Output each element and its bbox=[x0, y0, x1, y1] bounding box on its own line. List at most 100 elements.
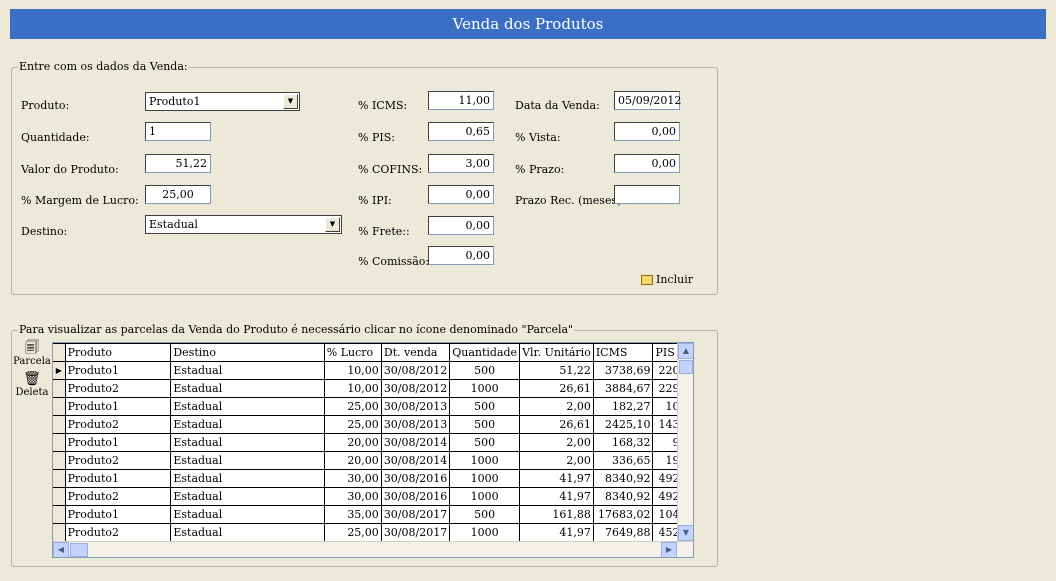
table-cell[interactable]: 30/08/2013 bbox=[380, 397, 451, 416]
table-cell[interactable]: 30,00 bbox=[323, 487, 382, 506]
valor-input[interactable]: 51,22 bbox=[145, 154, 211, 173]
table-row[interactable]: ▶ Produto1 Estadual 10,00 30/08/2012 500 51,22… bbox=[53, 361, 693, 380]
table-row[interactable]: Produto1 Estadual 20,00 30/08/2014 500 2,00 16… bbox=[53, 433, 693, 452]
table-cell[interactable]: Produto1 bbox=[64, 469, 172, 488]
table-cell[interactable]: 3884,67 bbox=[592, 379, 654, 398]
table-cell[interactable]: 20,00 bbox=[323, 451, 382, 470]
pis-input[interactable]: 0,65 bbox=[428, 122, 494, 141]
table-cell[interactable]: 1000 bbox=[449, 469, 521, 488]
cofins-input[interactable]: 3,00 bbox=[428, 154, 494, 173]
icms-input[interactable]: 11,00 bbox=[428, 91, 494, 110]
table-cell[interactable]: 336,65 bbox=[592, 451, 654, 470]
scroll-right-icon[interactable]: ▶ bbox=[661, 542, 677, 557]
table-cell[interactable]: 30/08/2016 bbox=[380, 469, 451, 488]
prazo-rec-input[interactable] bbox=[614, 185, 680, 204]
table-cell[interactable]: Produto2 bbox=[64, 415, 172, 434]
table-row[interactable]: Produto1 Estadual 35,00 30/08/2017 500 161,88… bbox=[53, 505, 693, 524]
row-indicator[interactable] bbox=[53, 433, 66, 452]
table-cell[interactable]: Estadual bbox=[170, 379, 325, 398]
table-row[interactable]: Produto2 Estadual 10,00 30/08/2012 1000 26,61… bbox=[53, 379, 693, 398]
frete-input[interactable]: 0,00 bbox=[428, 216, 494, 235]
current-row-arrow-icon[interactable]: ▶ bbox=[53, 361, 66, 380]
table-cell[interactable]: 2,00 bbox=[519, 451, 594, 470]
table-cell[interactable]: 3738,69 bbox=[592, 361, 654, 380]
table-cell[interactable]: Produto2 bbox=[64, 523, 172, 542]
column-header[interactable]: Quantidade bbox=[449, 343, 521, 362]
table-cell[interactable]: 2,00 bbox=[519, 397, 594, 416]
table-cell[interactable]: 8340,92 bbox=[592, 469, 654, 488]
scroll-up-icon[interactable]: ▲ bbox=[678, 343, 693, 359]
table-cell[interactable]: 30/08/2012 bbox=[380, 379, 451, 398]
data-venda-input[interactable]: 05/09/2012 bbox=[614, 91, 681, 110]
table-cell[interactable]: 500 bbox=[449, 415, 521, 434]
table-cell[interactable]: 1000 bbox=[449, 487, 521, 506]
table-cell[interactable]: Estadual bbox=[170, 505, 325, 524]
table-cell[interactable]: 30/08/2012 bbox=[380, 361, 451, 380]
table-cell[interactable]: 30/08/2017 bbox=[380, 505, 451, 524]
table-cell[interactable]: 30/08/2014 bbox=[380, 433, 451, 452]
table-row[interactable]: Produto2 Estadual 30,00 30/08/2016 1000 41,97… bbox=[53, 487, 693, 506]
table-cell[interactable]: 25,00 bbox=[323, 397, 382, 416]
table-cell[interactable]: 182,27 bbox=[592, 397, 654, 416]
quantidade-input[interactable]: 1 bbox=[145, 122, 211, 141]
scroll-thumb[interactable] bbox=[70, 543, 88, 557]
table-cell[interactable]: 35,00 bbox=[323, 505, 382, 524]
table-row[interactable]: Produto2 Estadual 25,00 30/08/2017 1000 41,97… bbox=[53, 523, 693, 542]
ipi-input[interactable]: 0,00 bbox=[428, 185, 494, 204]
table-cell[interactable]: 1000 bbox=[449, 379, 521, 398]
table-cell[interactable]: 1000 bbox=[449, 451, 521, 470]
column-header[interactable]: Produto bbox=[64, 343, 172, 362]
table-cell[interactable]: 41,97 bbox=[519, 523, 594, 542]
table-cell[interactable]: 500 bbox=[449, 361, 521, 380]
table-cell[interactable]: Produto2 bbox=[64, 487, 172, 506]
comissao-input[interactable]: 0,00 bbox=[428, 246, 494, 265]
row-indicator[interactable] bbox=[53, 379, 66, 398]
table-cell[interactable]: Estadual bbox=[170, 433, 325, 452]
table-cell[interactable]: Estadual bbox=[170, 451, 325, 470]
table-cell[interactable]: Produto2 bbox=[64, 451, 172, 470]
table-cell[interactable]: 30/08/2016 bbox=[380, 487, 451, 506]
incluir-button[interactable]: Incluir bbox=[641, 273, 693, 286]
table-cell[interactable]: 25,00 bbox=[323, 415, 382, 434]
table-cell[interactable]: 2425,10 bbox=[592, 415, 654, 434]
table-cell[interactable]: 30/08/2014 bbox=[380, 451, 451, 470]
table-cell[interactable]: 41,97 bbox=[519, 487, 594, 506]
table-cell[interactable]: Estadual bbox=[170, 415, 325, 434]
table-cell[interactable]: Estadual bbox=[170, 469, 325, 488]
scroll-thumb[interactable] bbox=[679, 360, 693, 374]
table-cell[interactable]: 10,00 bbox=[323, 361, 382, 380]
prazo-input[interactable]: 0,00 bbox=[614, 154, 680, 173]
destino-select[interactable]: Estadual ▼ bbox=[145, 215, 342, 234]
table-cell[interactable]: 30,00 bbox=[323, 469, 382, 488]
column-header[interactable]: Dt. venda bbox=[380, 343, 451, 362]
table-row[interactable]: Produto1 Estadual 25,00 30/08/2013 500 2,00 18… bbox=[53, 397, 693, 416]
chevron-down-icon[interactable]: ▼ bbox=[325, 217, 340, 232]
table-cell[interactable]: Produto1 bbox=[64, 397, 172, 416]
table-cell[interactable]: 8340,92 bbox=[592, 487, 654, 506]
table-row[interactable]: Produto1 Estadual 30,00 30/08/2016 1000 41,97… bbox=[53, 469, 693, 488]
table-cell[interactable]: 26,61 bbox=[519, 379, 594, 398]
vista-input[interactable]: 0,00 bbox=[614, 122, 680, 141]
column-header[interactable]: Vlr. Unitário bbox=[519, 343, 594, 362]
table-cell[interactable]: 51,22 bbox=[519, 361, 594, 380]
table-cell[interactable]: 500 bbox=[449, 433, 521, 452]
row-indicator[interactable] bbox=[53, 451, 66, 470]
table-cell[interactable]: 41,97 bbox=[519, 469, 594, 488]
table-cell[interactable]: 2,00 bbox=[519, 433, 594, 452]
table-cell[interactable]: 161,88 bbox=[519, 505, 594, 524]
table-cell[interactable]: Produto1 bbox=[64, 505, 172, 524]
column-header[interactable]: ICMS bbox=[592, 343, 654, 362]
table-cell[interactable]: Produto1 bbox=[64, 433, 172, 452]
table-cell[interactable]: 500 bbox=[449, 397, 521, 416]
table-cell[interactable]: 17683,02 bbox=[592, 505, 654, 524]
table-row[interactable]: Produto2 Estadual 25,00 30/08/2013 500 26,61 2… bbox=[53, 415, 693, 434]
row-indicator[interactable] bbox=[53, 397, 66, 416]
table-cell[interactable]: 168,32 bbox=[592, 433, 654, 452]
table-cell[interactable]: Estadual bbox=[170, 487, 325, 506]
table-row[interactable]: Produto2 Estadual 20,00 30/08/2014 1000 2,00 3… bbox=[53, 451, 693, 470]
scroll-left-icon[interactable]: ◀ bbox=[53, 542, 69, 557]
table-cell[interactable]: 7649,88 bbox=[592, 523, 654, 542]
row-indicator[interactable] bbox=[53, 487, 66, 506]
sales-grid[interactable]: Produto Destino % Lucro Dt. venda Quanti… bbox=[52, 342, 694, 558]
column-header[interactable]: Destino bbox=[170, 343, 325, 362]
